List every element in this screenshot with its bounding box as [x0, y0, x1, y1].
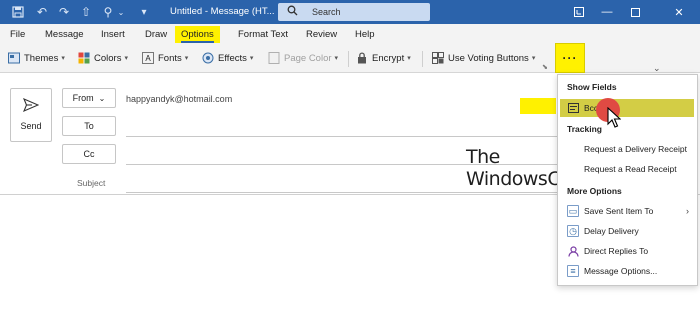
- highlight-marker: [520, 98, 556, 114]
- direct-replies-label: Direct Replies To: [584, 246, 649, 256]
- fonts-label: Fonts: [158, 52, 182, 64]
- themes-dropdown-icon: ▾: [61, 55, 65, 62]
- message-options-icon: ≡: [567, 265, 579, 277]
- tab-options[interactable]: Options: [175, 26, 220, 43]
- search-icon: [287, 5, 298, 19]
- to-field-underline: [126, 136, 558, 137]
- tab-message[interactable]: Message: [45, 29, 84, 40]
- tab-insert[interactable]: Insert: [101, 29, 125, 40]
- close-icon[interactable]: ✕: [666, 3, 692, 21]
- encrypt-label: Encrypt: [372, 52, 405, 64]
- effects-label: Effects: [218, 52, 247, 64]
- send-button[interactable]: Send: [10, 88, 52, 142]
- maximize-icon[interactable]: [622, 3, 648, 21]
- tab-draw[interactable]: Draw: [145, 29, 167, 40]
- more-commands-button[interactable]: ···: [555, 43, 585, 73]
- bcc-menu-item[interactable]: Bcc: [567, 100, 598, 116]
- save-icon[interactable]: [10, 4, 26, 20]
- tab-help[interactable]: Help: [355, 29, 375, 40]
- chevron-down-icon: ⌄: [98, 93, 106, 103]
- save-sent-item-menu-item[interactable]: ▭ Save Sent Item To ›: [567, 203, 695, 219]
- tracking-header: Tracking: [567, 124, 602, 134]
- window-title: Untitled - Message (HT...: [170, 6, 275, 17]
- direct-replies-menu-item[interactable]: Direct Replies To: [567, 243, 648, 259]
- tab-options-label: Options: [181, 29, 214, 43]
- themes-icon: [8, 52, 20, 64]
- search-placeholder: Search: [312, 7, 341, 17]
- message-options-label: Message Options...: [584, 266, 658, 276]
- fonts-button[interactable]: A Fonts ▾: [142, 52, 188, 64]
- from-button[interactable]: From ⌄: [62, 88, 116, 108]
- fonts-icon: A: [142, 52, 154, 64]
- fonts-dropdown-icon: ▾: [184, 55, 189, 62]
- ribbon-divider: [422, 51, 423, 67]
- effects-button[interactable]: Effects ▾: [202, 52, 253, 64]
- ribbon-display-options-icon[interactable]: [566, 3, 592, 21]
- watermark-line1: The: [466, 146, 500, 168]
- cc-button[interactable]: Cc: [62, 144, 116, 164]
- undo-icon[interactable]: ↶: [34, 4, 50, 20]
- from-address: happyandyk@hotmail.com: [126, 94, 233, 104]
- title-bar: ↶ ↷ ⇧ ⚲ ⌄ ▾ Untitled - Message (HT... Se…: [0, 0, 700, 24]
- voting-icon: [432, 52, 444, 64]
- subject-field-underline: [126, 192, 558, 193]
- search-box[interactable]: Search: [278, 3, 430, 21]
- send-label: Send: [20, 121, 42, 131]
- more-options-header: More Options: [567, 186, 622, 196]
- subject-label: Subject: [77, 178, 106, 188]
- voting-label: Use Voting Buttons: [448, 52, 529, 64]
- page-color-icon: [268, 52, 280, 64]
- effects-dropdown-icon: ▾: [249, 55, 254, 62]
- page-color-button[interactable]: Page Color ▾: [268, 52, 338, 64]
- ribbon: Themes ▾ Colors ▾ A Fonts ▾ Effects ▾ Page C…: [0, 46, 700, 73]
- voting-dropdown-icon: ▾: [531, 55, 536, 62]
- delivery-receipt-label: Request a Delivery Receipt: [584, 144, 687, 154]
- themes-label: Themes: [24, 52, 59, 64]
- delay-delivery-label: Delay Delivery: [584, 226, 639, 236]
- show-fields-header: Show Fields: [567, 82, 617, 92]
- lock-icon: [356, 52, 368, 64]
- read-receipt-label: Request a Read Receipt: [584, 164, 677, 174]
- delay-delivery-menu-item[interactable]: ◷ Delay Delivery: [567, 223, 639, 239]
- mouse-cursor-icon: [607, 106, 622, 129]
- tab-file[interactable]: File: [10, 29, 25, 40]
- colors-icon: [78, 52, 90, 64]
- use-voting-buttons-button[interactable]: Use Voting Buttons ▾: [432, 52, 535, 64]
- bcc-field-icon: [567, 102, 579, 114]
- dialog-launcher-icon[interactable]: ⬊: [542, 63, 548, 71]
- save-sent-label: Save Sent Item To: [584, 206, 654, 216]
- effects-icon: [202, 52, 214, 64]
- menu-bar: File Message Insert Draw Options Format …: [0, 24, 700, 46]
- save-sent-icon: ▭: [567, 205, 579, 217]
- more-commands-menu: Show Fields Bcc Tracking Request a Deliv…: [557, 74, 698, 286]
- sensitivity-icon[interactable]: ⚲: [100, 4, 116, 20]
- customize-toolbar-icon[interactable]: ▾: [136, 4, 152, 20]
- page-color-label: Page Color: [284, 52, 332, 64]
- direct-replies-icon: [567, 245, 579, 257]
- send-icon: [22, 97, 40, 113]
- collapse-ribbon-icon[interactable]: ⌄: [653, 63, 661, 74]
- sensitivity-dropdown-icon[interactable]: ⌄: [116, 4, 126, 20]
- colors-button[interactable]: Colors ▾: [78, 52, 128, 64]
- tab-review[interactable]: Review: [306, 29, 337, 40]
- chevron-right-icon: ›: [686, 206, 689, 216]
- tab-format-text[interactable]: Format Text: [238, 29, 288, 40]
- page-color-dropdown-icon: ▾: [334, 55, 339, 62]
- upload-icon[interactable]: ⇧: [78, 4, 94, 20]
- read-receipt-menu-item[interactable]: Request a Read Receipt: [567, 161, 677, 177]
- to-button[interactable]: To: [62, 116, 116, 136]
- ribbon-divider: [348, 51, 349, 67]
- themes-button[interactable]: Themes ▾: [8, 52, 65, 64]
- encrypt-dropdown-icon: ▾: [407, 55, 411, 62]
- redo-icon[interactable]: ↷: [56, 4, 72, 20]
- delay-delivery-icon: ◷: [567, 225, 579, 237]
- colors-label: Colors: [94, 52, 122, 64]
- colors-dropdown-icon: ▾: [124, 55, 128, 62]
- encrypt-button[interactable]: Encrypt ▾: [356, 52, 411, 64]
- minimize-icon[interactable]: —: [594, 3, 620, 21]
- delivery-receipt-menu-item[interactable]: Request a Delivery Receipt: [567, 141, 687, 157]
- message-options-menu-item[interactable]: ≡ Message Options...: [567, 263, 657, 279]
- from-label: From: [72, 93, 94, 103]
